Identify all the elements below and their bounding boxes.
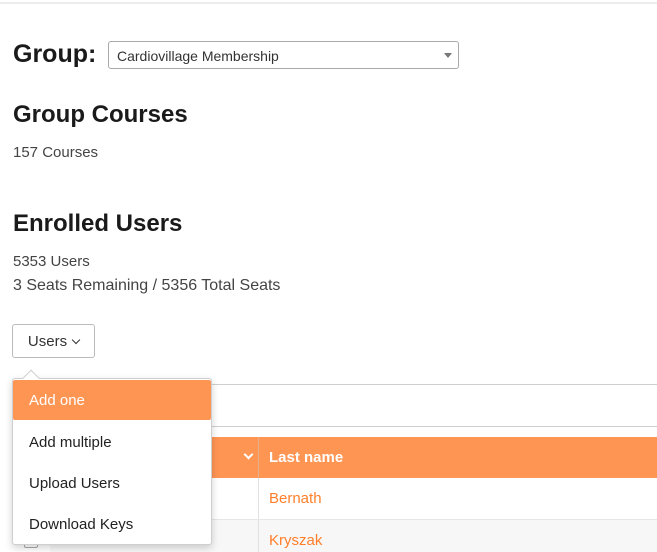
group-select-value: Cardiovillage Membership xyxy=(117,48,279,64)
menu-item-add-multiple[interactable]: Add multiple xyxy=(13,422,211,462)
chevron-down-icon xyxy=(71,335,81,344)
last-name-header[interactable]: Last name xyxy=(269,449,343,466)
users-count: 5353 Users xyxy=(13,253,90,270)
enrolled-users-title: Enrolled Users xyxy=(13,210,183,237)
sort-chevron-icon[interactable] xyxy=(243,449,254,460)
top-divider xyxy=(0,2,657,4)
group-courses-title: Group Courses xyxy=(13,101,188,128)
seats-summary: 3 Seats Remaining / 5356 Total Seats xyxy=(13,277,281,294)
group-label: Group: xyxy=(13,40,97,68)
users-dropdown-button[interactable]: Users xyxy=(12,324,95,358)
users-button-label: Users xyxy=(27,332,68,350)
toolbar-divider xyxy=(212,384,657,385)
last-name-cell[interactable]: Bernath xyxy=(269,490,322,507)
users-dropdown-menu: Add one Add multiple Upload Users Downlo… xyxy=(12,369,212,545)
cell-divider xyxy=(258,478,259,519)
menu-item-add-one[interactable]: Add one xyxy=(13,380,211,420)
group-select[interactable]: Cardiovillage Membership xyxy=(108,41,459,69)
last-name-cell[interactable]: Kryszak xyxy=(269,532,322,549)
cell-divider xyxy=(258,520,259,552)
group-selector-row: Group: Cardiovillage Membership xyxy=(13,40,459,69)
dropdown-arrow-icon xyxy=(444,53,452,58)
menu-item-upload-users[interactable]: Upload Users xyxy=(13,463,211,503)
header-divider xyxy=(258,437,259,478)
toolbar-divider xyxy=(212,426,657,427)
menu-item-download-keys[interactable]: Download Keys xyxy=(13,504,211,544)
courses-count: 157 Courses xyxy=(13,144,99,161)
